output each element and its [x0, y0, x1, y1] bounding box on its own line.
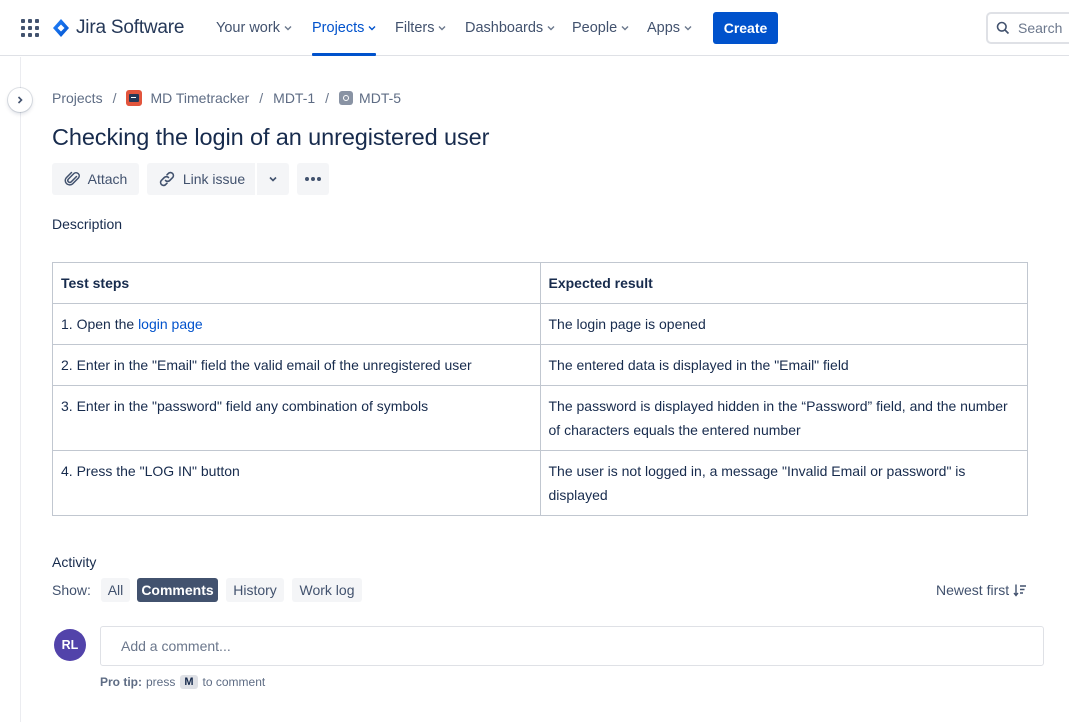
product-name: Jira Software — [76, 17, 185, 38]
link-issue-button[interactable]: Link issue — [147, 163, 255, 195]
breadcrumb-current-issue[interactable]: MDT-5 — [339, 90, 401, 106]
login-page-link[interactable]: login page — [138, 316, 203, 332]
pro-tip-suffix: to comment — [202, 675, 266, 689]
chevron-down-icon — [368, 26, 376, 31]
pro-tip: Pro tip: press M to comment — [100, 675, 265, 689]
table-header-test-steps: Test steps — [52, 262, 541, 304]
nav-apps-label: Apps — [647, 20, 681, 36]
chevron-down-icon — [269, 176, 277, 182]
nav-dashboards-label: Dashboards — [465, 20, 544, 36]
more-actions-button[interactable] — [297, 163, 329, 195]
avatar[interactable]: RL — [54, 629, 86, 661]
link-issue-dropdown-button[interactable] — [257, 163, 289, 195]
test-steps-table[interactable]: Test steps Expected result 1. Open the l… — [52, 262, 1028, 516]
filter-work-log-button[interactable]: Work log — [292, 578, 362, 602]
paperclip-icon — [64, 171, 80, 186]
breadcrumb: Projects / MD Timetracker / MDT-1 / MDT-… — [52, 88, 401, 108]
breadcrumb-project[interactable]: MD Timetracker — [126, 90, 249, 106]
issue-title[interactable]: Checking the login of an unregistered us… — [52, 124, 489, 151]
filter-comments-button[interactable]: Comments — [137, 578, 218, 602]
nav-filters-label: Filters — [395, 20, 435, 36]
chevron-down-icon — [284, 26, 292, 31]
table-header-row: Test steps Expected result — [52, 262, 1028, 304]
sidebar-divider — [20, 57, 21, 722]
breadcrumb-separator: / — [112, 90, 117, 106]
table-cell-step: 3. Enter in the "password" field any com… — [52, 385, 541, 451]
table-cell-step: 1. Open the login page — [52, 303, 541, 345]
table-cell-result: The user is not logged in, a message "In… — [539, 450, 1028, 516]
nav-projects-label: Projects — [312, 20, 365, 36]
subtask-icon — [339, 91, 354, 105]
search-input[interactable]: Search — [986, 12, 1069, 44]
sort-descending-icon — [1013, 584, 1027, 597]
jira-diamond-icon — [53, 19, 69, 37]
filter-history-button[interactable]: History — [226, 578, 284, 602]
breadcrumb-current-issue-label: MDT-5 — [359, 90, 402, 106]
pro-tip-press: press — [146, 675, 176, 689]
search-placeholder: Search — [1018, 20, 1063, 36]
nav-filters[interactable]: Filters — [395, 0, 446, 56]
table-cell-step: 4. Press the "LOG IN" button — [52, 450, 541, 516]
chevron-down-icon — [547, 26, 555, 31]
breadcrumb-project-label: MD Timetracker — [150, 90, 250, 106]
jira-logo[interactable]: Jira Software — [52, 17, 184, 39]
more-icon — [305, 177, 321, 181]
filter-all-button[interactable]: All — [101, 578, 130, 602]
table-row: 4. Press the "LOG IN" button The user is… — [52, 450, 1028, 516]
nav-projects[interactable]: Projects — [312, 0, 377, 56]
create-button[interactable]: Create — [713, 12, 778, 44]
table-cell-step: 2. Enter in the "Email" field the valid … — [52, 344, 541, 386]
search-icon — [996, 21, 1010, 35]
activity-label: Activity — [52, 554, 97, 570]
add-comment-input[interactable] — [100, 626, 1044, 666]
top-navigation: Jira Software Your work Projects Filters… — [0, 0, 1069, 56]
chevron-right-icon — [17, 96, 23, 104]
keyboard-shortcut-key: M — [180, 675, 198, 689]
sort-order-button[interactable]: Newest first — [936, 582, 1027, 598]
table-row: 2. Enter in the "Email" field the valid … — [52, 344, 1028, 386]
breadcrumb-parent-issue[interactable]: MDT-1 — [273, 90, 315, 106]
nav-people[interactable]: People — [572, 0, 629, 56]
app-switcher-icon[interactable] — [21, 19, 39, 37]
description-label: Description — [52, 216, 123, 232]
show-label: Show: — [52, 582, 91, 598]
table-cell-result: The login page is opened — [539, 303, 1028, 345]
link-icon — [159, 171, 175, 187]
link-issue-label: Link issue — [182, 171, 246, 187]
nav-your-work[interactable]: Your work — [216, 0, 292, 56]
nav-apps[interactable]: Apps — [647, 0, 692, 56]
attach-label: Attach — [87, 171, 128, 187]
expand-sidebar-button[interactable] — [8, 88, 32, 112]
step-text: 1. Open the — [61, 316, 139, 332]
table-cell-result: The password is displayed hidden in the … — [539, 385, 1028, 451]
table-row: 3. Enter in the "password" field any com… — [52, 385, 1028, 451]
breadcrumb-separator: / — [325, 90, 330, 106]
sort-order-label: Newest first — [936, 582, 1010, 598]
project-icon — [126, 90, 143, 106]
table-cell-result: The entered data is displayed in the "Em… — [539, 344, 1028, 386]
attach-button[interactable]: Attach — [52, 163, 139, 195]
chevron-down-icon — [438, 26, 446, 31]
breadcrumb-separator: / — [259, 90, 264, 106]
table-row: 1. Open the login page The login page is… — [52, 303, 1028, 345]
chevron-down-icon — [684, 26, 692, 31]
breadcrumb-projects[interactable]: Projects — [52, 90, 103, 106]
pro-tip-label: Pro tip: — [100, 675, 142, 689]
table-header-expected-result: Expected result — [539, 262, 1028, 304]
nav-people-label: People — [572, 20, 618, 36]
nav-your-work-label: Your work — [216, 20, 280, 36]
chevron-down-icon — [621, 26, 629, 31]
nav-dashboards[interactable]: Dashboards — [465, 0, 555, 56]
